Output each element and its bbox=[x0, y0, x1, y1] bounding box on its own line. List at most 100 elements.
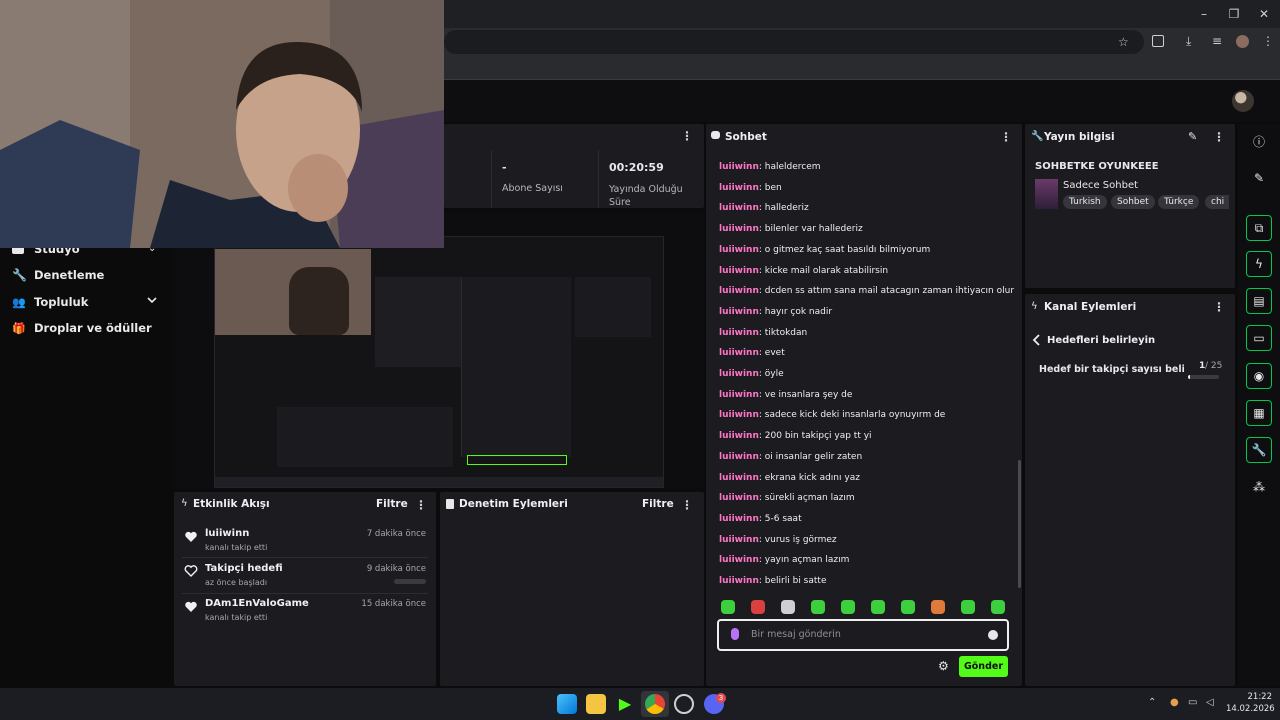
emote-icon[interactable] bbox=[871, 600, 885, 614]
minimize-icon[interactable]: – bbox=[1196, 6, 1212, 22]
more-options-icon[interactable]: ⋮ bbox=[1000, 131, 1012, 143]
nav-item-community[interactable]: 👥 Topluluk bbox=[12, 294, 88, 310]
chat-username[interactable]: luiiwinn bbox=[719, 224, 759, 234]
send-button[interactable]: Gönder bbox=[959, 656, 1008, 677]
chat-message-text: tiktokdan bbox=[764, 327, 808, 338]
clock-time[interactable]: 21:22 bbox=[1226, 692, 1273, 702]
volume-icon[interactable]: ◁ bbox=[1206, 697, 1214, 708]
chat-username[interactable]: luiiwinn bbox=[719, 369, 759, 379]
tag-chip[interactable]: chi bbox=[1205, 195, 1229, 209]
windows-start-icon[interactable] bbox=[557, 694, 577, 714]
emote-icon[interactable] bbox=[751, 600, 765, 614]
chat-username[interactable]: luiiwinn bbox=[719, 514, 759, 524]
more-options-icon[interactable]: ⋮ bbox=[415, 499, 427, 511]
download-icon[interactable]: ⤓ bbox=[1186, 34, 1191, 49]
more-options-icon[interactable]: ⋮ bbox=[1213, 131, 1225, 143]
wrench-icon[interactable]: 🔧 bbox=[1246, 437, 1272, 463]
activity-item-name: Takipçi hedefi bbox=[205, 563, 283, 574]
activity-item-sub: az önce başladı bbox=[205, 578, 268, 587]
chat-message: luiiwinn: haleldercem bbox=[719, 162, 821, 172]
chevron-up-icon[interactable]: ⌃ bbox=[1148, 697, 1156, 708]
nav-item-moderation[interactable]: 🔧 Denetleme bbox=[12, 267, 104, 283]
chat-username[interactable]: luiiwinn bbox=[719, 162, 759, 172]
chat-username[interactable]: luiiwinn bbox=[719, 348, 759, 358]
more-options-icon[interactable]: ⋮ bbox=[681, 130, 693, 142]
settings-gear-icon[interactable]: ⚙ bbox=[938, 659, 949, 673]
chat-bubble-icon[interactable]: ▭ bbox=[1246, 325, 1272, 351]
tag-chip[interactable]: Turkish bbox=[1063, 195, 1107, 209]
chat-username[interactable]: luiiwinn bbox=[719, 555, 759, 565]
bookmark-star-icon[interactable]: ☆ bbox=[1118, 35, 1129, 49]
chat-username[interactable]: luiiwinn bbox=[719, 452, 759, 462]
file-explorer-icon[interactable] bbox=[586, 694, 606, 714]
more-options-icon[interactable]: ⋮ bbox=[1213, 301, 1225, 313]
browser-menu-icon[interactable]: ⋮ bbox=[1262, 34, 1274, 48]
chrome-icon[interactable] bbox=[645, 694, 665, 714]
chat-username[interactable]: luiiwinn bbox=[719, 493, 759, 503]
chat-username[interactable]: luiiwinn bbox=[719, 410, 759, 420]
microphone-icon[interactable]: ● bbox=[1170, 697, 1179, 708]
emote-icon[interactable] bbox=[991, 600, 1005, 614]
chat-username[interactable]: luiiwinn bbox=[719, 266, 759, 276]
nav-item-label: Denetleme bbox=[34, 268, 105, 282]
chat-message-text: haleldercem bbox=[764, 162, 821, 172]
moderation-filter-button[interactable]: Filtre bbox=[642, 498, 674, 510]
chat-username[interactable]: luiiwinn bbox=[719, 307, 759, 317]
media-queue-icon[interactable]: ≡ bbox=[1212, 34, 1222, 48]
microphone-icon[interactable] bbox=[731, 628, 739, 640]
chat-username[interactable]: luiiwinn bbox=[719, 328, 759, 338]
activity-item-sub: kanalı takip etti bbox=[205, 613, 268, 622]
chat-message-text: ben bbox=[764, 182, 782, 193]
activity-filter-button[interactable]: Filtre bbox=[376, 498, 408, 510]
goal-item-label[interactable]: Hedef bir takipçi sayısı belirle... bbox=[1039, 364, 1184, 375]
emote-icon[interactable] bbox=[781, 600, 795, 614]
nodes-icon[interactable]: ⁂ bbox=[1246, 474, 1272, 500]
lightning-icon[interactable]: ϟ bbox=[1246, 251, 1272, 277]
chat-username[interactable]: luiiwinn bbox=[719, 535, 759, 545]
back-arrow-icon[interactable] bbox=[1032, 334, 1042, 346]
edit-pencil-icon[interactable]: ✎ bbox=[1246, 165, 1272, 191]
broadcast-icon[interactable]: ◉ bbox=[1246, 363, 1272, 389]
chat-scrollbar[interactable] bbox=[1018, 460, 1021, 588]
activity-item-name: DAm1EnValoGame bbox=[205, 598, 309, 609]
emote-icon[interactable] bbox=[931, 600, 945, 614]
chat-username[interactable]: luiiwinn bbox=[719, 473, 759, 483]
nav-item-drops[interactable]: 🎁 Droplar ve ödüller bbox=[12, 320, 152, 336]
obs-icon[interactable] bbox=[674, 694, 694, 714]
tag-chip[interactable]: Sohbet bbox=[1111, 195, 1155, 209]
info-icon[interactable]: ⓘ bbox=[1246, 128, 1272, 154]
layout-icon[interactable]: ▦ bbox=[1246, 400, 1272, 426]
extensions-icon[interactable] bbox=[1152, 35, 1164, 47]
clock-date[interactable]: 14.02.2026 bbox=[1226, 704, 1275, 714]
emoji-icon[interactable] bbox=[988, 630, 998, 640]
more-options-icon[interactable]: ⋮ bbox=[681, 499, 693, 511]
emote-icon[interactable] bbox=[901, 600, 915, 614]
chevron-down-icon[interactable] bbox=[146, 294, 158, 306]
edit-pencil-icon[interactable]: ✎ bbox=[1188, 130, 1197, 143]
emote-icon[interactable] bbox=[961, 600, 975, 614]
goals-back-label[interactable]: Hedefleri belirleyin bbox=[1047, 335, 1155, 346]
user-avatar[interactable] bbox=[1232, 90, 1254, 112]
emote-icon[interactable] bbox=[841, 600, 855, 614]
emote-icon[interactable] bbox=[721, 600, 735, 614]
webcam-overlay bbox=[0, 0, 444, 248]
chat-username[interactable]: luiiwinn bbox=[719, 431, 759, 441]
tag-chip[interactable]: Türkçe bbox=[1158, 195, 1200, 209]
category-name[interactable]: Sadece Sohbet bbox=[1063, 180, 1138, 191]
profile-avatar[interactable] bbox=[1236, 35, 1249, 48]
network-icon[interactable]: ▭ bbox=[1188, 697, 1197, 708]
document-icon[interactable]: ▤ bbox=[1246, 288, 1272, 314]
chat-username[interactable]: luiiwinn bbox=[719, 390, 759, 400]
address-bar[interactable] bbox=[444, 30, 1144, 54]
maximize-icon[interactable]: ❐ bbox=[1226, 6, 1242, 22]
chat-message: luiiwinn: vurus iş görmez bbox=[719, 534, 837, 545]
chat-username[interactable]: luiiwinn bbox=[719, 576, 759, 586]
clip-icon[interactable]: ⧉ bbox=[1246, 215, 1272, 241]
chat-username[interactable]: luiiwinn bbox=[719, 203, 759, 213]
kick-app-icon[interactable]: ▶ bbox=[615, 694, 635, 714]
chat-username[interactable]: luiiwinn bbox=[719, 183, 759, 193]
chat-username[interactable]: luiiwinn bbox=[719, 245, 759, 255]
close-icon[interactable]: ✕ bbox=[1256, 6, 1272, 22]
chat-username[interactable]: luiiwinn bbox=[719, 286, 759, 296]
emote-icon[interactable] bbox=[811, 600, 825, 614]
